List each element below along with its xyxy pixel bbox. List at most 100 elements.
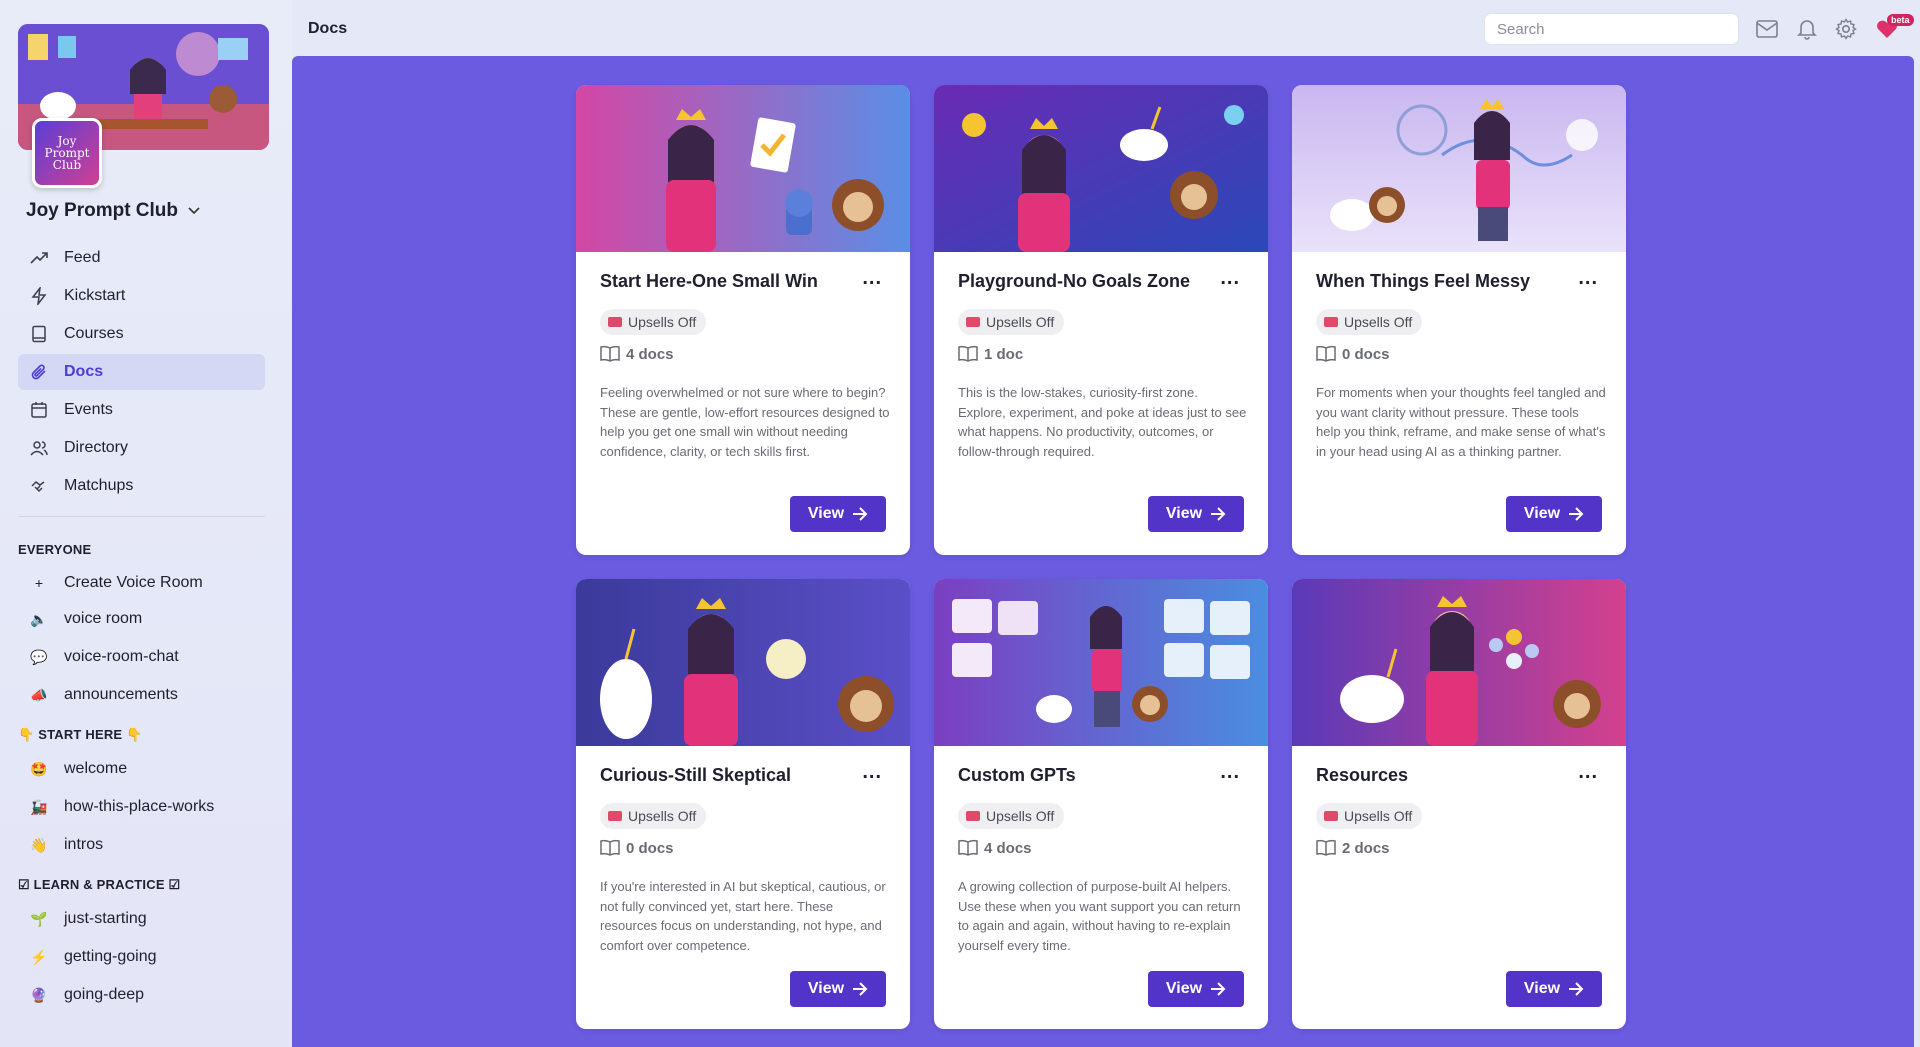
card-thumbnail-image [576, 85, 910, 252]
arrow-right-icon [1211, 982, 1226, 996]
view-button[interactable]: View [1506, 496, 1602, 532]
doc-folder-card[interactable]: When Things Feel Messy ... Upsells Off 0… [1292, 85, 1626, 555]
pointing-hand-icon: 👇 [122, 727, 143, 742]
top-bar: Docs beta [292, 0, 1920, 56]
main-nav: Feed Kickstart Courses Docs Events Direc… [18, 240, 265, 506]
more-options-icon[interactable]: ... [1578, 762, 1598, 782]
sidebar: Joy Prompt Club Joy Prompt Club Feed Kic… [0, 0, 292, 1047]
nav-item-directory[interactable]: Directory [18, 430, 265, 466]
channel-getting-going[interactable]: ⚡ getting-going [18, 940, 265, 974]
doc-count-label: 4 docs [626, 345, 674, 363]
card-title: When Things Feel Messy [1316, 271, 1531, 291]
channel-voice-room-chat[interactable]: 💬 voice-room-chat [18, 640, 265, 674]
nav-item-courses[interactable]: Courses [18, 316, 265, 352]
view-button[interactable]: View [790, 496, 886, 532]
doc-count: 4 docs [958, 839, 1032, 857]
channel-voice-room[interactable]: 🔈 voice room [18, 602, 265, 636]
envelope-icon [1324, 317, 1338, 327]
view-button[interactable]: View [1506, 971, 1602, 1007]
card-thumbnail-image [576, 579, 910, 746]
arrow-right-icon [853, 507, 868, 521]
doc-count-label: 2 docs [1342, 839, 1390, 857]
card-title: Custom GPTs [958, 765, 1076, 785]
channel-label: Create Voice Room [64, 574, 203, 591]
view-button[interactable]: View [1148, 496, 1244, 532]
arrow-right-icon [1211, 507, 1226, 521]
pointing-hand-icon: 👇 [18, 727, 39, 742]
channel-just-starting[interactable]: 🌱 just-starting [18, 902, 265, 936]
train-icon: 🚂 [30, 798, 48, 815]
nav-item-docs[interactable]: Docs [18, 354, 265, 390]
club-logo-text: Joy Prompt Club [44, 134, 90, 172]
open-book-icon [1316, 839, 1336, 856]
badge-label: Upsells Off [1344, 314, 1413, 330]
card-title: Curious-Still Skeptical [600, 765, 792, 785]
badge-label: Upsells Off [628, 808, 697, 824]
section-label: START HERE [38, 727, 123, 742]
star-eyes-icon: 🤩 [30, 760, 48, 777]
badge-label: Upsells Off [986, 808, 1055, 824]
more-options-icon[interactable]: ... [1220, 762, 1240, 782]
channel-label: getting-going [64, 948, 157, 965]
view-label: View [1523, 980, 1561, 997]
doc-count: 4 docs [600, 345, 674, 363]
doc-count-label: 0 docs [626, 839, 674, 857]
channel-intros[interactable]: 👋 intros [18, 828, 265, 862]
open-book-icon [600, 345, 620, 362]
more-options-icon[interactable]: ... [1220, 268, 1240, 288]
badge-label: Upsells Off [986, 314, 1055, 330]
upsells-badge: Upsells Off [600, 309, 707, 335]
doc-count-label: 0 docs [1342, 345, 1390, 363]
channel-create-voice-room[interactable]: + Create Voice Room [18, 566, 265, 600]
upsells-badge: Upsells Off [958, 309, 1065, 335]
channel-going-deep[interactable]: 🔮 going-deep [18, 978, 265, 1012]
doc-folder-card[interactable]: Playground-No Goals Zone ... Upsells Off… [934, 85, 1268, 555]
doc-folder-card[interactable]: Custom GPTs ... Upsells Off 4 docs A gro… [934, 579, 1268, 1029]
handshake-icon [28, 475, 50, 497]
section-label: LEARN & PRACTICE [33, 877, 165, 892]
view-label: View [1165, 980, 1203, 997]
section-header-everyone: EVERYONE [18, 542, 92, 557]
bell-icon[interactable] [1794, 16, 1820, 42]
more-options-icon[interactable]: ... [862, 268, 882, 288]
lightning-icon: ⚡ [30, 948, 48, 965]
chevron-down-icon [188, 204, 200, 218]
gear-icon[interactable] [1833, 16, 1859, 42]
card-description: Feeling overwhelmed or not sure where to… [600, 385, 890, 459]
mail-icon[interactable] [1754, 16, 1780, 42]
channel-label: voice room [64, 610, 143, 627]
club-switcher[interactable]: Joy Prompt Club [26, 200, 200, 222]
channel-label: how-this-place-works [64, 798, 215, 815]
envelope-icon [608, 811, 622, 821]
view-button[interactable]: View [790, 971, 886, 1007]
nav-label: Feed [64, 249, 101, 266]
nav-item-events[interactable]: Events [18, 392, 265, 428]
club-logo[interactable]: Joy Prompt Club [32, 118, 102, 188]
nav-item-kickstart[interactable]: Kickstart [18, 278, 265, 314]
nav-item-matchups[interactable]: Matchups [18, 468, 265, 504]
open-book-icon [600, 839, 620, 856]
search-input[interactable] [1484, 13, 1739, 45]
envelope-icon [1324, 811, 1338, 821]
doc-folder-card[interactable]: Start Here-One Small Win ... Upsells Off… [576, 85, 910, 555]
channel-how-this-place-works[interactable]: 🚂 how-this-place-works [18, 790, 265, 824]
doc-folder-card[interactable]: Resources ... Upsells Off 2 docs View [1292, 579, 1626, 1029]
channel-welcome[interactable]: 🤩 welcome [18, 752, 265, 786]
doc-folder-card[interactable]: Curious-Still Skeptical ... Upsells Off … [576, 579, 910, 1029]
channel-announcements[interactable]: 📣 announcements [18, 678, 265, 712]
more-options-icon[interactable]: ... [862, 762, 882, 782]
doc-count-label: 1 doc [984, 345, 1024, 363]
doc-count: 2 docs [1316, 839, 1390, 857]
badge-label: Upsells Off [1344, 808, 1413, 824]
crystal-ball-icon: 🔮 [30, 986, 48, 1003]
channel-label: voice-room-chat [64, 648, 179, 665]
sidebar-divider [18, 516, 265, 517]
view-button[interactable]: View [1148, 971, 1244, 1007]
nav-item-feed[interactable]: Feed [18, 240, 265, 276]
more-options-icon[interactable]: ... [1578, 268, 1598, 288]
plus-icon: + [34, 575, 44, 591]
channel-label: intros [64, 836, 104, 853]
docs-main-area: Start Here-One Small Win ... Upsells Off… [292, 56, 1914, 1047]
arrow-right-icon [1569, 982, 1584, 996]
card-description: A growing collection of purpose-built AI… [958, 879, 1241, 953]
